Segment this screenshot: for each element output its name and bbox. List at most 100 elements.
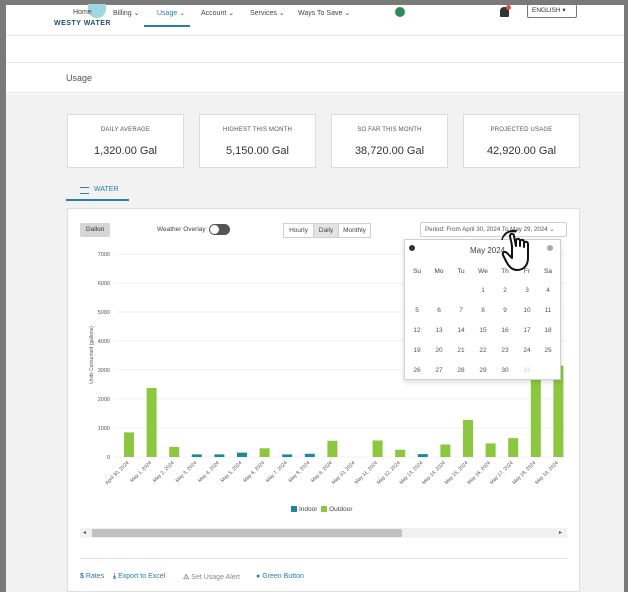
export-excel-link[interactable]: ⤓ Export to Excel bbox=[113, 573, 165, 581]
green-button-label: Green Button bbox=[262, 573, 304, 580]
calendar-day[interactable]: 16 bbox=[496, 327, 514, 334]
interval-hourly-button[interactable]: Hourly bbox=[283, 223, 314, 238]
unit-gallon-button[interactable]: Gallon bbox=[80, 223, 110, 237]
calendar-day[interactable]: 21 bbox=[452, 347, 470, 354]
calendar-day[interactable]: 7 bbox=[452, 307, 470, 314]
calendar-day[interactable]: 12 bbox=[408, 327, 426, 334]
page-header: Usage bbox=[6, 63, 624, 93]
stat-card-highest-this-month: HIGHEST THIS MONTH 5,150.00 Gal bbox=[199, 114, 316, 168]
alert-bell-icon: ⚠ bbox=[183, 574, 190, 581]
calendar-day[interactable]: 26 bbox=[408, 367, 426, 374]
stat-card-projected-usage: PROJECTED USAGE 42,920.00 Gal bbox=[463, 114, 580, 168]
calendar-day[interactable]: 29 bbox=[474, 367, 492, 374]
nav-ways-to-save[interactable]: Ways To Save ⌄ bbox=[298, 9, 350, 17]
nav-billing[interactable]: Billing ⌄ bbox=[113, 9, 140, 17]
nav-home[interactable]: Home bbox=[73, 9, 92, 16]
nav-services[interactable]: Services ⌄ bbox=[250, 9, 285, 17]
bar-outdoor bbox=[146, 387, 157, 457]
calendar-day[interactable]: 6 bbox=[430, 307, 448, 314]
hand-pointer-cursor-icon bbox=[501, 230, 529, 271]
calendar-day[interactable]: 11 bbox=[539, 307, 557, 314]
y-tick-label: 4000 bbox=[98, 339, 110, 345]
calendar-day[interactable]: 10 bbox=[518, 307, 536, 314]
bar-outdoor bbox=[169, 446, 180, 457]
calendar-day: 31 bbox=[523, 367, 531, 374]
x-tick-label: May 6, 2024 bbox=[242, 460, 266, 484]
bar-indoor bbox=[191, 454, 202, 457]
bar-outdoor bbox=[372, 440, 383, 457]
bar-outdoor bbox=[395, 449, 406, 457]
bar-outdoor bbox=[508, 438, 519, 457]
calendar-day[interactable]: 17 bbox=[518, 327, 536, 334]
chevron-down-icon: ⌄ bbox=[133, 10, 140, 17]
nav-usage[interactable]: Usage ⌄ bbox=[157, 9, 185, 17]
user-account-icon[interactable] bbox=[395, 7, 405, 17]
scroll-left-arrow[interactable]: ◂ bbox=[83, 529, 86, 536]
calendar-day[interactable]: 3 bbox=[518, 287, 536, 294]
interval-daily-button[interactable]: Daily bbox=[313, 223, 339, 238]
calendar-day[interactable]: 5 bbox=[408, 307, 426, 314]
calendar-day[interactable]: 9 bbox=[496, 307, 514, 314]
legend-outdoor-swatch bbox=[321, 506, 328, 513]
logo-text[interactable]: WESTY WATER bbox=[54, 20, 111, 27]
calendar-day[interactable]: 28 bbox=[452, 367, 470, 374]
bar-outdoor bbox=[327, 440, 338, 457]
green-button-link[interactable]: ● Green Button bbox=[256, 573, 304, 580]
y-tick-label: 6000 bbox=[98, 281, 110, 287]
calendar-day[interactable]: 2 bbox=[496, 287, 514, 294]
calendar-day[interactable]: 20 bbox=[430, 347, 448, 354]
legend-indoor-label[interactable]: Indoor bbox=[299, 506, 317, 513]
calendar-prev-month-icon[interactable] bbox=[409, 245, 415, 251]
calendar-weekday: Tu bbox=[457, 268, 465, 275]
language-select[interactable]: ENGLISH ▾ bbox=[527, 4, 577, 18]
x-tick-label: May 3, 2024 bbox=[175, 460, 199, 484]
y-tick-label: 7000 bbox=[98, 252, 110, 258]
y-tick-label: 1000 bbox=[98, 426, 110, 432]
calendar-day[interactable]: 18 bbox=[539, 327, 557, 334]
main-nav bbox=[6, 35, 624, 63]
stat-card-daily-average: DAILY AVERAGE 1,320.00 Gal bbox=[67, 114, 184, 168]
bar-indoor bbox=[417, 454, 428, 457]
calendar-day[interactable]: 8 bbox=[474, 307, 492, 314]
x-tick-label: May 10, 2024 bbox=[331, 460, 357, 486]
dollar-icon: $ bbox=[80, 573, 84, 580]
footer-divider bbox=[80, 558, 567, 559]
calendar-day[interactable]: 4 bbox=[539, 287, 557, 294]
y-tick-label: 5000 bbox=[98, 310, 110, 316]
stat-label: SO FAR THIS MONTH bbox=[357, 127, 422, 133]
tab-water[interactable]: WATER bbox=[94, 186, 119, 193]
calendar-next-month-icon[interactable] bbox=[547, 245, 553, 251]
calendar-day[interactable]: 14 bbox=[452, 327, 470, 334]
calendar-day[interactable]: 19 bbox=[408, 347, 426, 354]
calendar-day[interactable]: 27 bbox=[430, 367, 448, 374]
bar-indoor bbox=[237, 452, 247, 457]
bar-indoor bbox=[282, 454, 293, 457]
rates-link[interactable]: $ Rates bbox=[80, 573, 104, 580]
calendar-day[interactable]: 22 bbox=[474, 347, 492, 354]
calendar-day[interactable]: 1 bbox=[474, 287, 492, 294]
nav-home-label: Home bbox=[73, 9, 92, 16]
x-tick-label: May 5, 2024 bbox=[220, 460, 244, 484]
calendar-day[interactable]: 24 bbox=[518, 347, 536, 354]
stat-card-so-far-this-month: SO FAR THIS MONTH 38,720.00 Gal bbox=[331, 114, 448, 168]
calendar-day[interactable]: 13 bbox=[430, 327, 448, 334]
nav-ways-to-save-label: Ways To Save bbox=[298, 10, 343, 17]
rates-label: Rates bbox=[85, 573, 105, 580]
chevron-down-icon: ⌄ bbox=[278, 10, 285, 17]
y-tick-label: 2000 bbox=[98, 397, 110, 403]
chart-scroll-thumb[interactable] bbox=[92, 529, 402, 537]
period-selector[interactable]: Period: From April 30, 2024 To May 29, 2… bbox=[420, 222, 567, 237]
calendar-day[interactable]: 15 bbox=[474, 327, 492, 334]
set-usage-alert-link[interactable]: ⚠ Set Usage Alert bbox=[183, 573, 240, 581]
nav-account[interactable]: Account ⌄ bbox=[201, 9, 234, 17]
legend-outdoor-label[interactable]: Outdoor bbox=[329, 506, 353, 513]
x-tick-label: May 1, 2024 bbox=[129, 460, 153, 484]
calendar-day[interactable]: 25 bbox=[539, 347, 557, 354]
calendar-day[interactable]: 30 bbox=[496, 367, 514, 374]
interval-monthly-button[interactable]: Monthly bbox=[338, 223, 371, 238]
tab-water-indicator bbox=[66, 199, 129, 201]
bar-indoor bbox=[304, 453, 315, 457]
calendar-weekday: We bbox=[478, 268, 488, 275]
scroll-right-arrow[interactable]: ▸ bbox=[559, 529, 562, 536]
calendar-day[interactable]: 23 bbox=[496, 347, 514, 354]
